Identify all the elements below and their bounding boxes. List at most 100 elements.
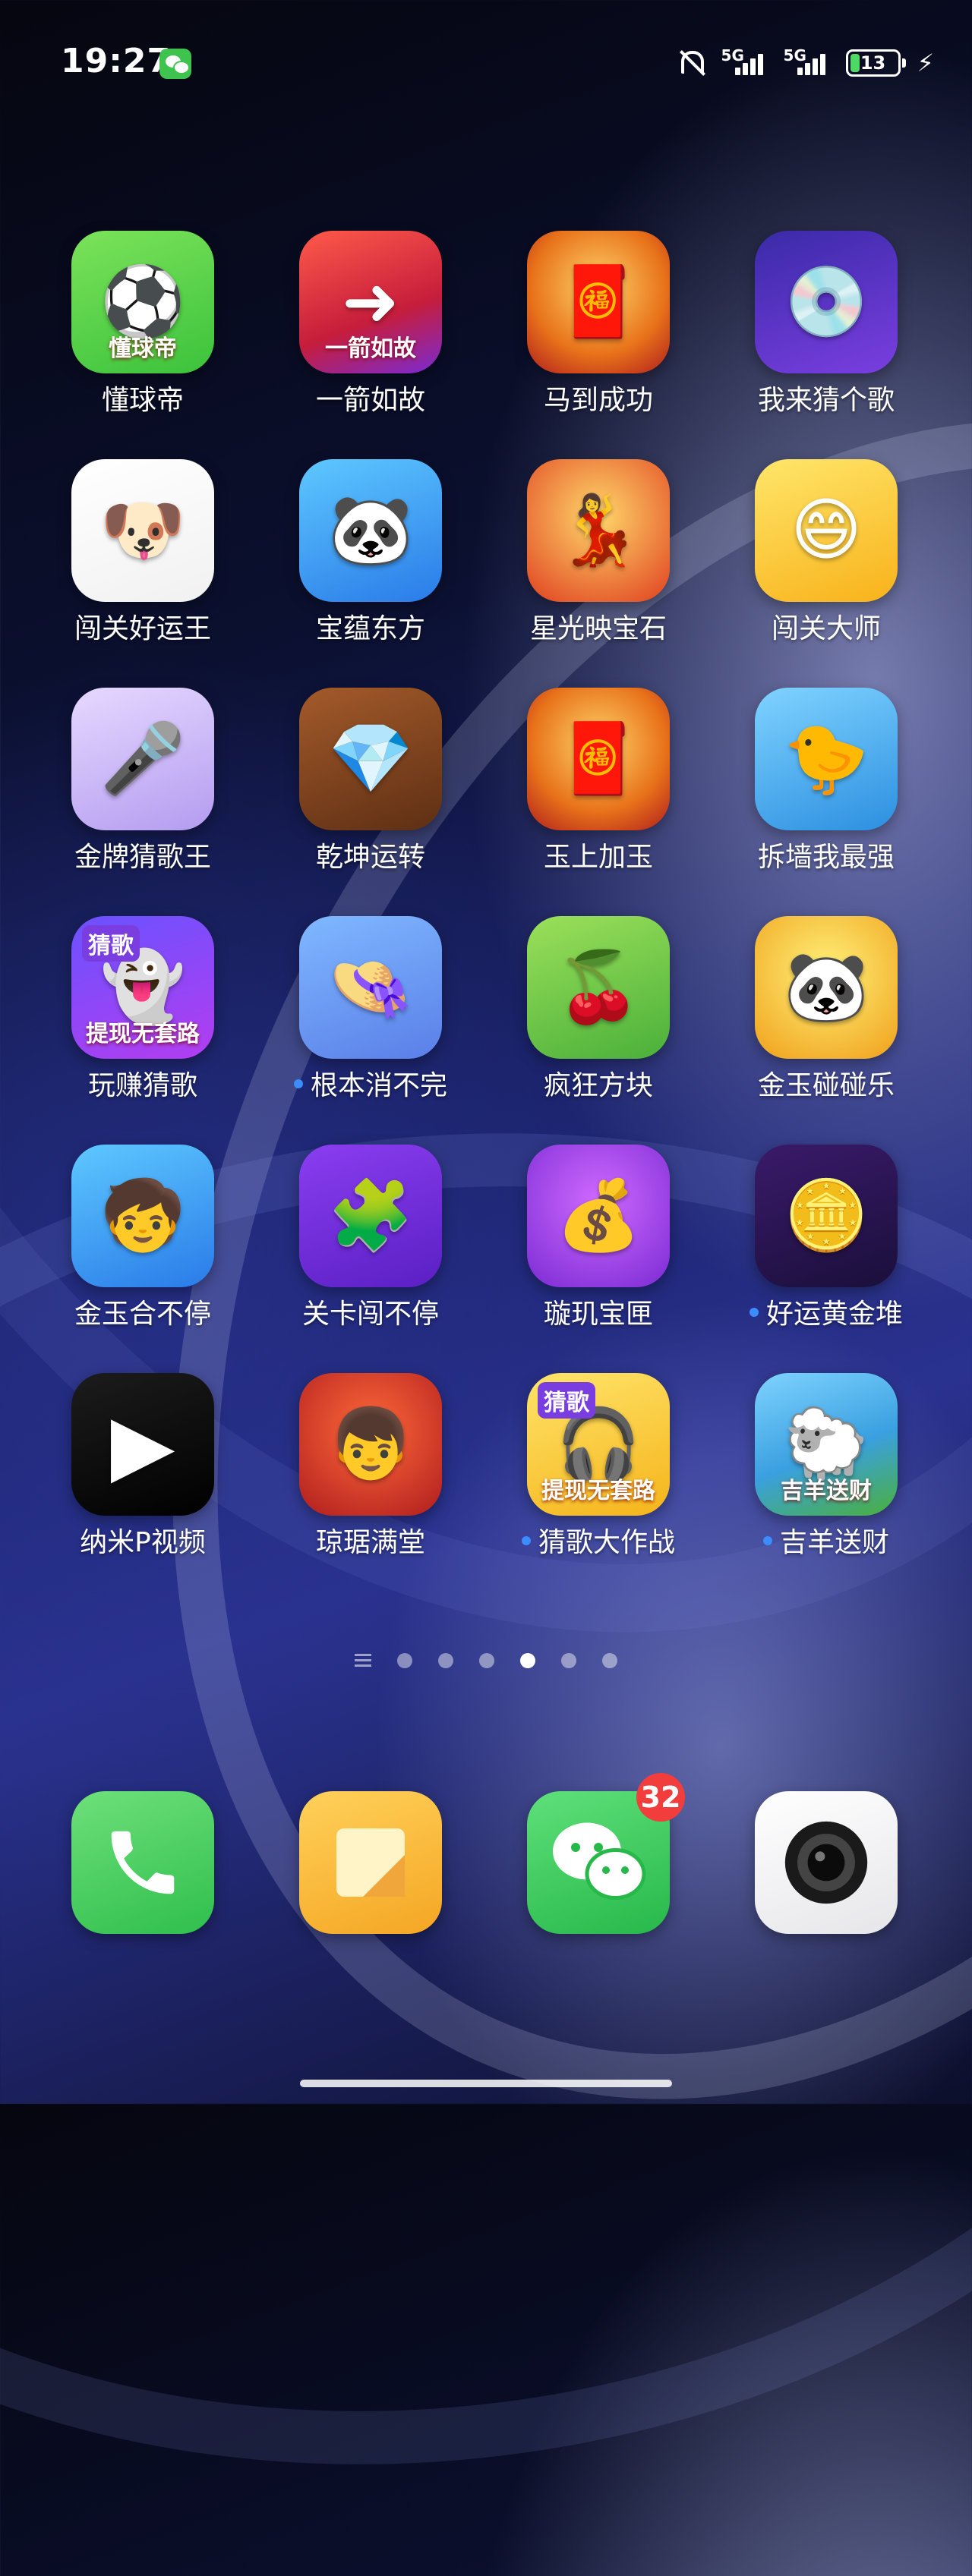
app-arrow-game[interactable]: ➜ 一箭如故一箭如故: [266, 228, 494, 456]
app-label-text: 乾坤运转: [315, 842, 425, 873]
headphones-icon-glyph: 🎧: [555, 1404, 642, 1484]
cherry-tiles-icon[interactable]: 🍒: [527, 916, 670, 1059]
app-flamenco-girl[interactable]: 💃 星光映宝石: [494, 456, 721, 685]
boy-gold-icon-glyph: 🧒: [99, 1176, 186, 1255]
girl-hat-icon[interactable]: 👒: [299, 916, 442, 1059]
page-menu-icon[interactable]: [355, 1654, 371, 1667]
fortune-god-icon-glyph: 🧧: [555, 719, 642, 798]
status-time: 19:27: [61, 42, 172, 80]
app-soccer-ball[interactable]: ⚽ 懂球帝 懂球帝: [38, 228, 266, 456]
icon-caption: 提现无套路: [86, 1021, 200, 1047]
app-label-text: 璇玑宝匣: [543, 1299, 653, 1330]
singer-girl-icon[interactable]: 🎤: [71, 688, 214, 830]
vinyl-record-icon-glyph: 💿: [783, 262, 869, 342]
app-label: 猜歌大作战: [486, 1520, 711, 1560]
notes-icon[interactable]: [299, 1791, 442, 1934]
app-label: 宝蕴东方: [258, 606, 483, 646]
page-dot[interactable]: [438, 1653, 453, 1668]
app-label: 璇玑宝匣: [486, 1292, 711, 1331]
peashooter-icon[interactable]: 🐤: [755, 688, 898, 830]
treasure-chest-icon[interactable]: 💰: [527, 1145, 670, 1287]
signal-2-label: 5G: [783, 46, 806, 65]
app-label: 琼琚满堂: [258, 1520, 483, 1560]
app-label-text: 琼琚满堂: [315, 1527, 425, 1558]
fortune-god-icon[interactable]: 🧧: [527, 231, 670, 373]
page-dot[interactable]: [561, 1653, 576, 1668]
treasure-chest-icon-glyph: 💰: [555, 1176, 642, 1255]
flamenco-girl-icon[interactable]: 💃: [527, 459, 670, 602]
app-panda-gold[interactable]: 🐼 金玉碰碰乐: [721, 913, 949, 1142]
gem-blocks-icon[interactable]: 💎: [299, 688, 442, 830]
dock-item-phone[interactable]: [38, 1791, 266, 1934]
app-puzzle-tiles[interactable]: 🧩 关卡闯不停: [266, 1142, 494, 1370]
boy-gold-icon[interactable]: 🧒: [71, 1145, 214, 1287]
arrow-game-icon[interactable]: ➜ 一箭如故: [299, 231, 442, 373]
app-label: 根本消不完: [258, 1063, 483, 1103]
app-vinyl-record[interactable]: 💿 我来猜个歌: [721, 228, 949, 456]
app-label: 金牌猜歌王: [30, 835, 255, 874]
phone-icon[interactable]: [71, 1791, 214, 1934]
panda-gold-icon[interactable]: 🐼: [755, 916, 898, 1059]
app-sheep[interactable]: 🐑 吉羊送财 吉羊送财: [721, 1370, 949, 1598]
app-peashooter[interactable]: 🐤 拆墙我最强: [721, 685, 949, 913]
home-indicator[interactable]: [300, 2080, 672, 2087]
headphones-icon[interactable]: 🎧 猜歌 提现无套路: [527, 1373, 670, 1516]
page-dot[interactable]: [520, 1653, 535, 1668]
app-label-text: 一箭如故: [315, 385, 425, 416]
singer-girl-icon-glyph: 🎤: [99, 719, 186, 798]
app-label: 拆墙我最强: [714, 835, 939, 874]
app-cherry-tiles[interactable]: 🍒 疯狂方块: [494, 913, 721, 1142]
app-girl-hat[interactable]: 👒 根本消不完: [266, 913, 494, 1142]
puzzle-tiles-icon[interactable]: 🧩: [299, 1145, 442, 1287]
app-fortune-coins[interactable]: 🪙 好运黄金堆: [721, 1142, 949, 1370]
boy-ingot-icon[interactable]: 👦: [299, 1373, 442, 1516]
dock-item-camera[interactable]: [721, 1791, 949, 1934]
app-treasure-chest[interactable]: 💰 璇玑宝匣: [494, 1142, 721, 1370]
app-yellow-blob[interactable]: 😄 闯关大师: [721, 456, 949, 685]
app-headphones[interactable]: 🎧 猜歌 提现无套路 猜歌大作战: [494, 1370, 721, 1598]
dock-item-notes[interactable]: [266, 1791, 494, 1934]
app-label-text: 我来猜个歌: [757, 385, 895, 416]
app-boy-gold[interactable]: 🧒 金玉合不停: [38, 1142, 266, 1370]
vinyl-record-icon[interactable]: 💿: [755, 231, 898, 373]
app-label-text: 纳米P视频: [80, 1527, 206, 1558]
app-gem-blocks[interactable]: 💎 乾坤运转: [266, 685, 494, 913]
soccer-ball-icon-glyph: ⚽: [99, 262, 186, 342]
page-dot[interactable]: [397, 1653, 412, 1668]
ghost-music-icon[interactable]: 👻 猜歌 提现无套路: [71, 916, 214, 1059]
app-label: 星光映宝石: [486, 606, 711, 646]
new-install-dot: [293, 1079, 303, 1088]
fortune-coins-icon-glyph: 🪙: [783, 1176, 869, 1255]
fortune-god-icon[interactable]: 🧧: [527, 688, 670, 830]
camera-icon[interactable]: [755, 1791, 898, 1934]
app-label: 闯关大师: [714, 606, 939, 646]
app-doge-heart[interactable]: 🐶 闯关好运王: [38, 456, 266, 685]
new-install-dot: [521, 1536, 531, 1545]
wechat-icon[interactable]: 32: [527, 1773, 685, 1934]
soccer-ball-icon[interactable]: ⚽ 懂球帝: [71, 231, 214, 373]
app-singer-girl[interactable]: 🎤 金牌猜歌王: [38, 685, 266, 913]
fortune-coins-icon[interactable]: 🪙: [755, 1145, 898, 1287]
page-indicator[interactable]: [0, 1653, 972, 1668]
app-label-text: 闯关好运王: [74, 613, 211, 644]
app-label-text: 拆墙我最强: [757, 842, 895, 873]
cherry-tiles-icon-glyph: 🍒: [555, 947, 642, 1027]
panda-mahjong-icon[interactable]: 🐼: [299, 459, 442, 602]
page-dot[interactable]: [602, 1653, 617, 1668]
icon-caption: 吉羊送财: [781, 1478, 872, 1504]
play-p-icon[interactable]: ▶: [71, 1373, 214, 1516]
app-fortune-god[interactable]: 🧧 马到成功: [494, 228, 721, 456]
sheep-icon[interactable]: 🐑 吉羊送财: [755, 1373, 898, 1516]
app-label: 关卡闯不停: [258, 1292, 483, 1331]
page-dot[interactable]: [479, 1653, 494, 1668]
yellow-blob-icon[interactable]: 😄: [755, 459, 898, 602]
app-fortune-god[interactable]: 🧧 玉上加玉: [494, 685, 721, 913]
app-panda-mahjong[interactable]: 🐼 宝蕴东方: [266, 456, 494, 685]
doge-heart-icon[interactable]: 🐶: [71, 459, 214, 602]
app-play-p[interactable]: ▶ 纳米P视频: [38, 1370, 266, 1598]
dock-item-wechat[interactable]: 32: [494, 1773, 721, 1934]
app-ghost-music[interactable]: 👻 猜歌 提现无套路 玩赚猜歌: [38, 913, 266, 1142]
app-label-text: 关卡闯不停: [301, 1299, 439, 1330]
puzzle-tiles-icon-glyph: 🧩: [327, 1176, 414, 1255]
app-boy-ingot[interactable]: 👦 琼琚满堂: [266, 1370, 494, 1598]
